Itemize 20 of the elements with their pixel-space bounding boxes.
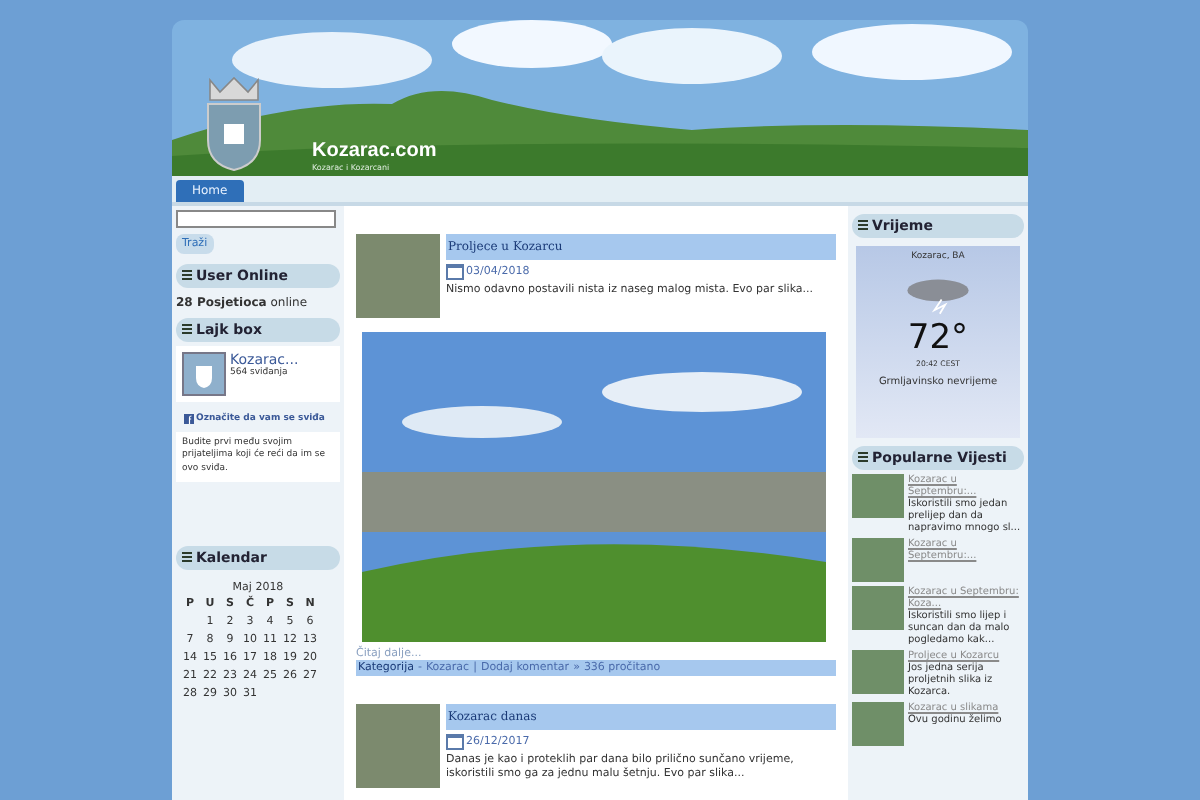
calendar-icon (446, 734, 464, 750)
photo-placeholder (852, 702, 904, 746)
photo-placeholder (356, 234, 440, 318)
list-icon (182, 270, 192, 282)
site-title[interactable]: Kozarac.com (312, 140, 437, 162)
search-field[interactable] (176, 210, 336, 228)
calendar-icon (446, 264, 464, 280)
crest-icon (182, 352, 226, 396)
list-icon (858, 452, 868, 464)
photo-placeholder (852, 586, 904, 630)
crest-icon (204, 76, 264, 172)
photo-placeholder (852, 474, 904, 518)
list-icon (182, 324, 192, 336)
facebook-icon (184, 414, 194, 424)
temperature: 72° (907, 318, 969, 358)
list-icon (858, 220, 868, 232)
photo-placeholder (356, 704, 440, 788)
photo-placeholder (852, 538, 904, 582)
photo-placeholder (852, 650, 904, 694)
list-icon (182, 551, 192, 564)
